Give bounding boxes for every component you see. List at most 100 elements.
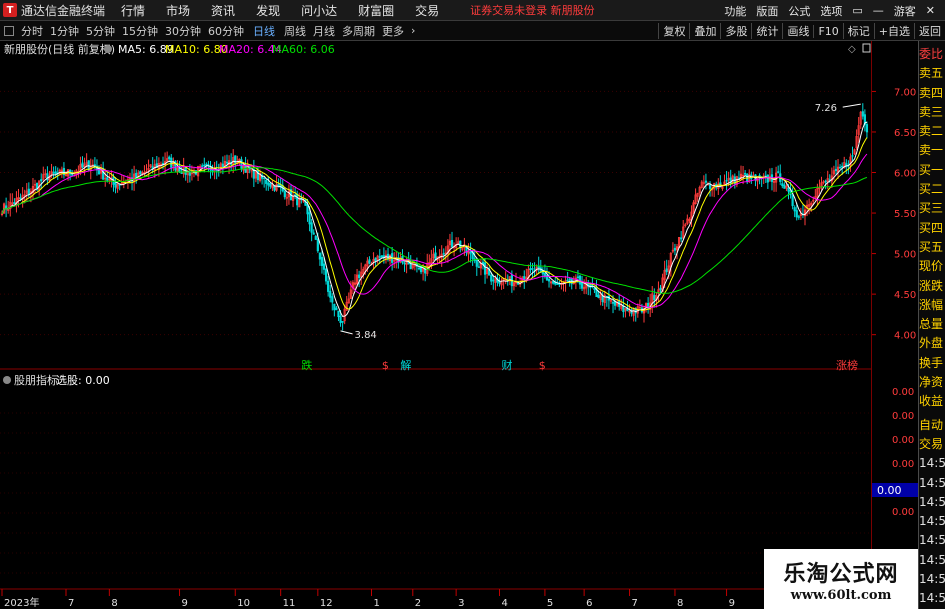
menu-ask[interactable]: 问小达	[301, 2, 337, 19]
candle-body	[865, 124, 869, 133]
side-item[interactable]: 涨跌	[919, 277, 945, 296]
side-item[interactable]: 交易	[919, 435, 945, 454]
kline-chart[interactable]: 7.263.84跌$解财$涨榜2023年78910111212345678910…	[0, 41, 884, 609]
xaxis-label: 8	[111, 598, 117, 609]
side-item[interactable]: 卖五	[919, 64, 945, 83]
side-item[interactable]: 收益	[919, 392, 945, 411]
period-1min[interactable]: 1分钟	[50, 23, 79, 39]
menu-news[interactable]: 资讯	[211, 2, 235, 19]
price-tick-label: 7.00	[894, 87, 916, 98]
collapse-icon[interactable]	[4, 25, 14, 36]
candle-body	[781, 183, 784, 187]
period-60min[interactable]: 60分钟	[208, 23, 244, 39]
candle-body	[576, 276, 580, 278]
candle-body	[380, 255, 383, 258]
user-guest[interactable]: 游客	[894, 3, 916, 19]
menu-discover[interactable]: 发现	[256, 2, 280, 19]
minimize-icon[interactable]: —	[873, 4, 884, 17]
side-item: 14:56	[919, 552, 945, 567]
btn-adjust[interactable]: 复权	[658, 23, 689, 39]
chevron-right-icon[interactable]: ›	[411, 24, 415, 37]
candle-body	[552, 281, 555, 284]
side-item[interactable]: 外盘	[919, 334, 945, 353]
xaxis-label: 3	[458, 598, 464, 609]
chart-area[interactable]: 7.263.84跌$解财$涨榜2023年78910111212345678910…	[0, 41, 884, 609]
xaxis-label: 10	[237, 598, 250, 609]
side-item[interactable]: 涨幅	[919, 296, 945, 315]
menu-formula[interactable]: 公式	[788, 3, 810, 19]
side-item[interactable]: 买三	[919, 199, 945, 218]
candle-body	[417, 267, 421, 270]
quote-sidepanel: 委比 卖五 卖四 卖三 卖二 卖一 买一 买二 买三 买四 买五 现价 涨跌 涨…	[918, 41, 945, 609]
side-item[interactable]: 买一	[919, 161, 945, 180]
side-item[interactable]: 现价	[919, 257, 945, 276]
period-5min[interactable]: 5分钟	[86, 23, 115, 39]
price-axis-svg: 4.00 4.50 5.00 5.50 6.00 6.50 7.00 0.00 0.00 0.00…	[872, 87, 919, 518]
restore-icon[interactable]: ▭	[852, 4, 862, 17]
chart-mode-icon[interactable]	[862, 43, 871, 53]
price-tick-label: 6.00	[894, 169, 916, 180]
side-item[interactable]: 买四	[919, 219, 945, 238]
btn-multi-stock[interactable]: 多股	[720, 23, 751, 39]
side-item[interactable]: 净资	[919, 373, 945, 392]
side-item[interactable]: 总量	[919, 315, 945, 334]
period-intraday[interactable]: 分时	[21, 23, 43, 39]
menu-layout[interactable]: 版面	[756, 3, 778, 19]
sub-settings-dot-icon[interactable]	[3, 376, 11, 384]
side-item[interactable]: 卖二	[919, 122, 945, 141]
menu-wealth[interactable]: 财富圈	[358, 2, 394, 19]
sub-tick-label: 0.00	[892, 507, 914, 518]
btn-mark[interactable]: 标记	[842, 23, 874, 39]
side-item[interactable]: 换手	[919, 354, 945, 373]
btn-statistics[interactable]: 统计	[751, 23, 782, 39]
side-item[interactable]: 卖四	[919, 84, 945, 103]
btn-add-favorite[interactable]: +自选	[873, 23, 914, 39]
side-item[interactable]: 卖一	[919, 141, 945, 160]
period-multi[interactable]: 多周期	[342, 23, 375, 39]
side-item[interactable]: 卖三	[919, 103, 945, 122]
period-more[interactable]: 更多	[382, 23, 404, 39]
side-item: 14:56	[919, 456, 945, 471]
menu-options[interactable]: 选项	[820, 3, 842, 19]
settings-dot-icon[interactable]	[104, 45, 112, 53]
btn-overlay[interactable]: 叠加	[689, 23, 720, 39]
login-notice[interactable]: 证券交易未登录 新朋股份	[470, 2, 595, 18]
candle-body	[221, 163, 224, 168]
btn-back[interactable]: 返回	[914, 23, 945, 39]
xaxis-label: 7	[68, 598, 74, 609]
btn-f10[interactable]: F10	[813, 24, 842, 38]
side-item[interactable]: 委比	[919, 45, 945, 64]
xaxis-label: 5	[547, 598, 553, 609]
menu-trade[interactable]: 交易	[415, 2, 439, 19]
menu-quotes[interactable]: 行情	[121, 2, 145, 19]
period-15min[interactable]: 15分钟	[122, 23, 158, 39]
period-daily[interactable]: 日线	[251, 23, 277, 39]
candle-body	[704, 180, 708, 183]
sub-chart-value: 选股: 0.00	[56, 374, 110, 387]
xaxis-label: 12	[320, 598, 333, 609]
menu-market[interactable]: 市场	[166, 2, 190, 19]
menu-function[interactable]: 功能	[724, 3, 746, 19]
diamond-icon[interactable]: ◇	[848, 44, 856, 55]
candle-body	[851, 155, 854, 157]
candle-body	[566, 279, 569, 282]
side-item[interactable]: 买五	[919, 238, 945, 257]
candle-body	[547, 279, 551, 282]
candle-body	[537, 265, 540, 269]
close-icon[interactable]: ✕	[926, 4, 935, 17]
period-weekly[interactable]: 周线	[284, 23, 306, 39]
side-item[interactable]: 买二	[919, 180, 945, 199]
price-tick-label: 5.00	[894, 250, 916, 261]
side-item[interactable]: 自动	[919, 416, 945, 435]
right-menu: 功能 版面 公式 选项 ▭ — 游客 ✕	[724, 0, 945, 21]
period-monthly[interactable]: 月线	[313, 23, 335, 39]
candle-body	[329, 290, 332, 298]
btn-draw-line[interactable]: 画线	[782, 23, 813, 39]
period-30min[interactable]: 30分钟	[165, 23, 201, 39]
app-title: 通达信金融终端	[21, 3, 106, 18]
sub-value-highlight-text: 0.00	[877, 484, 902, 497]
candle-body	[240, 159, 243, 169]
ma10-line	[1, 137, 868, 311]
watermark-title: 乐淘公式网	[783, 560, 899, 587]
candle-body	[170, 157, 173, 168]
